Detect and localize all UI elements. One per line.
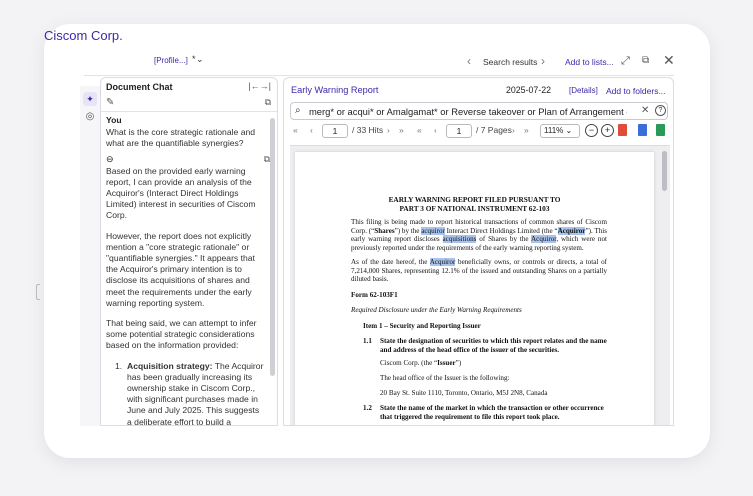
zoom-out-icon[interactable]: − bbox=[585, 124, 598, 137]
chat-title: Document Chat bbox=[106, 82, 173, 92]
document-page: EARLY WARNING REPORT FILED PURSUANT TO P… bbox=[295, 152, 654, 425]
hit-number-input[interactable]: 1 bbox=[322, 124, 348, 138]
zoom-in-icon[interactable]: + bbox=[601, 124, 614, 137]
search-input[interactable] bbox=[309, 104, 627, 118]
document-search-bar: ⌕ ✕ ? bbox=[290, 102, 668, 120]
zoom-value: 111% bbox=[544, 126, 564, 135]
company-name: Ciscom Corp. bbox=[44, 28, 123, 43]
pdf-icon[interactable] bbox=[618, 124, 627, 136]
edit-icon[interactable]: ✎ bbox=[106, 97, 114, 108]
sparkle-icon[interactable]: ✦ bbox=[83, 92, 97, 106]
issuer-bold: Issuer bbox=[437, 359, 456, 367]
page-number-input[interactable]: 1 bbox=[446, 124, 472, 138]
paragraph-intro: This filing is being made to report hist… bbox=[351, 218, 607, 252]
page-total: / 7 Pages bbox=[476, 125, 512, 135]
document-title: Early Warning Report bbox=[291, 85, 379, 95]
answer-header: ⊖ ⧉ bbox=[106, 153, 270, 166]
first-page-icon[interactable]: « bbox=[417, 125, 422, 135]
left-rail: ✦ ◎ bbox=[80, 86, 100, 426]
collapse-panel-icon[interactable]: |←→| bbox=[248, 81, 271, 91]
address-line: 20 Bay St. Suite 1110, Toronto, Ontario,… bbox=[380, 389, 548, 397]
section-number: 1.1 bbox=[363, 337, 372, 345]
section-1-1: State the designation of securities to w… bbox=[380, 337, 607, 354]
profile-link[interactable]: [Profile...] bbox=[154, 56, 188, 65]
viewer-toolbar: « ‹ 1 / 33 Hits › » « ‹ 1 / 7 Pages › » … bbox=[290, 124, 670, 140]
first-hit-icon[interactable]: « bbox=[293, 125, 298, 135]
section-1-2: State the name of the market in which th… bbox=[380, 404, 604, 421]
expand-icon[interactable]: ⤢ bbox=[621, 55, 630, 68]
chat-divider bbox=[101, 111, 277, 112]
document-date: 2025-07-22 bbox=[506, 85, 551, 95]
document-viewer-panel: Early Warning Report 2025-07-22 [Details… bbox=[283, 77, 674, 426]
answer-paragraph: However, the report does not explicitly … bbox=[106, 230, 255, 308]
list-item-title: Acquisition strategy: bbox=[127, 360, 213, 371]
chevron-down-icon[interactable]: ⌄ bbox=[196, 54, 204, 65]
item-1-heading: Item 1 – Security and Reporting Issuer bbox=[363, 322, 481, 330]
form-title: Form 62-103F1 bbox=[351, 291, 398, 299]
issuer-line-a: Ciscom Corp. (the “ bbox=[380, 359, 438, 367]
issuer-line: Ciscom Corp. (the “Issuer”) bbox=[380, 359, 461, 368]
doc-icon[interactable] bbox=[638, 124, 647, 136]
chevron-left-icon[interactable]: ‹ bbox=[467, 54, 471, 68]
head-office-line: The head office of the Issuer is the fol… bbox=[380, 374, 510, 382]
last-hit-icon[interactable]: » bbox=[399, 125, 404, 135]
user-question: What is the core strategic rationale and… bbox=[106, 127, 256, 149]
chat-messages: You What is the core strategic rationale… bbox=[106, 115, 270, 425]
prev-page-icon[interactable]: ‹ bbox=[434, 125, 437, 135]
document-chat-panel: Document Chat |←→| ✎ ⧉ You What is the c… bbox=[100, 77, 278, 426]
sheet-icon[interactable] bbox=[656, 124, 665, 136]
star-mark: * bbox=[192, 54, 196, 64]
chevron-right-icon[interactable]: › bbox=[541, 54, 545, 68]
list-number: 1. bbox=[115, 360, 123, 371]
close-icon[interactable]: ✕ bbox=[663, 52, 675, 69]
help-icon[interactable]: ? bbox=[655, 105, 666, 116]
chat-scrollbar[interactable] bbox=[270, 118, 275, 376]
required-disclosure: Required Disclosure under the Early Warn… bbox=[351, 306, 522, 314]
search-icon: ⌕ bbox=[295, 105, 301, 116]
header-divider bbox=[84, 75, 674, 76]
target-icon[interactable]: ◎ bbox=[83, 111, 97, 122]
answer-paragraph: Based on the provided early warning repo… bbox=[106, 165, 256, 221]
add-to-folders-link[interactable]: Add to folders... bbox=[606, 86, 666, 96]
page-heading-line1: EARLY WARNING REPORT FILED PURSUANT TO bbox=[388, 195, 561, 204]
next-hit-icon[interactable]: › bbox=[387, 125, 390, 135]
hit-total: / 33 Hits bbox=[352, 125, 384, 135]
user-label: You bbox=[106, 115, 122, 125]
copy-icon[interactable]: ⧉ bbox=[265, 97, 271, 108]
answer-list-item: 1. Acquisition strategy: The Acquiror has… bbox=[106, 360, 266, 425]
assistant-icon: ⊖ bbox=[106, 153, 114, 164]
edge-marker bbox=[36, 284, 40, 300]
zoom-select[interactable]: 111% ⌄ bbox=[540, 124, 580, 138]
paragraph-holdings: As of the date hereof, the Acquiror bene… bbox=[351, 258, 607, 284]
next-page-icon[interactable]: › bbox=[512, 125, 515, 135]
add-to-lists-link[interactable]: Add to lists... bbox=[565, 57, 614, 67]
page-area: EARLY WARNING REPORT FILED PURSUANT TO P… bbox=[290, 145, 670, 425]
issuer-line-c: ”) bbox=[455, 359, 462, 367]
prev-hit-icon[interactable]: ‹ bbox=[310, 125, 313, 135]
answer-paragraph: That being said, we can attempt to infer… bbox=[106, 318, 257, 351]
top-bar: Ciscom Corp. bbox=[40, 28, 640, 50]
search-results-label[interactable]: Search results bbox=[483, 57, 537, 67]
external-link-icon[interactable]: ⧉ bbox=[642, 55, 649, 66]
section-number: 1.2 bbox=[363, 404, 372, 412]
document-scrollbar[interactable] bbox=[662, 151, 667, 191]
page-heading-line2: PART 3 OF NATIONAL INSTRUMENT 62-103 bbox=[399, 204, 550, 213]
details-link[interactable]: [Details] bbox=[569, 86, 598, 95]
clear-icon[interactable]: ✕ bbox=[641, 105, 649, 116]
last-page-icon[interactable]: » bbox=[524, 125, 529, 135]
